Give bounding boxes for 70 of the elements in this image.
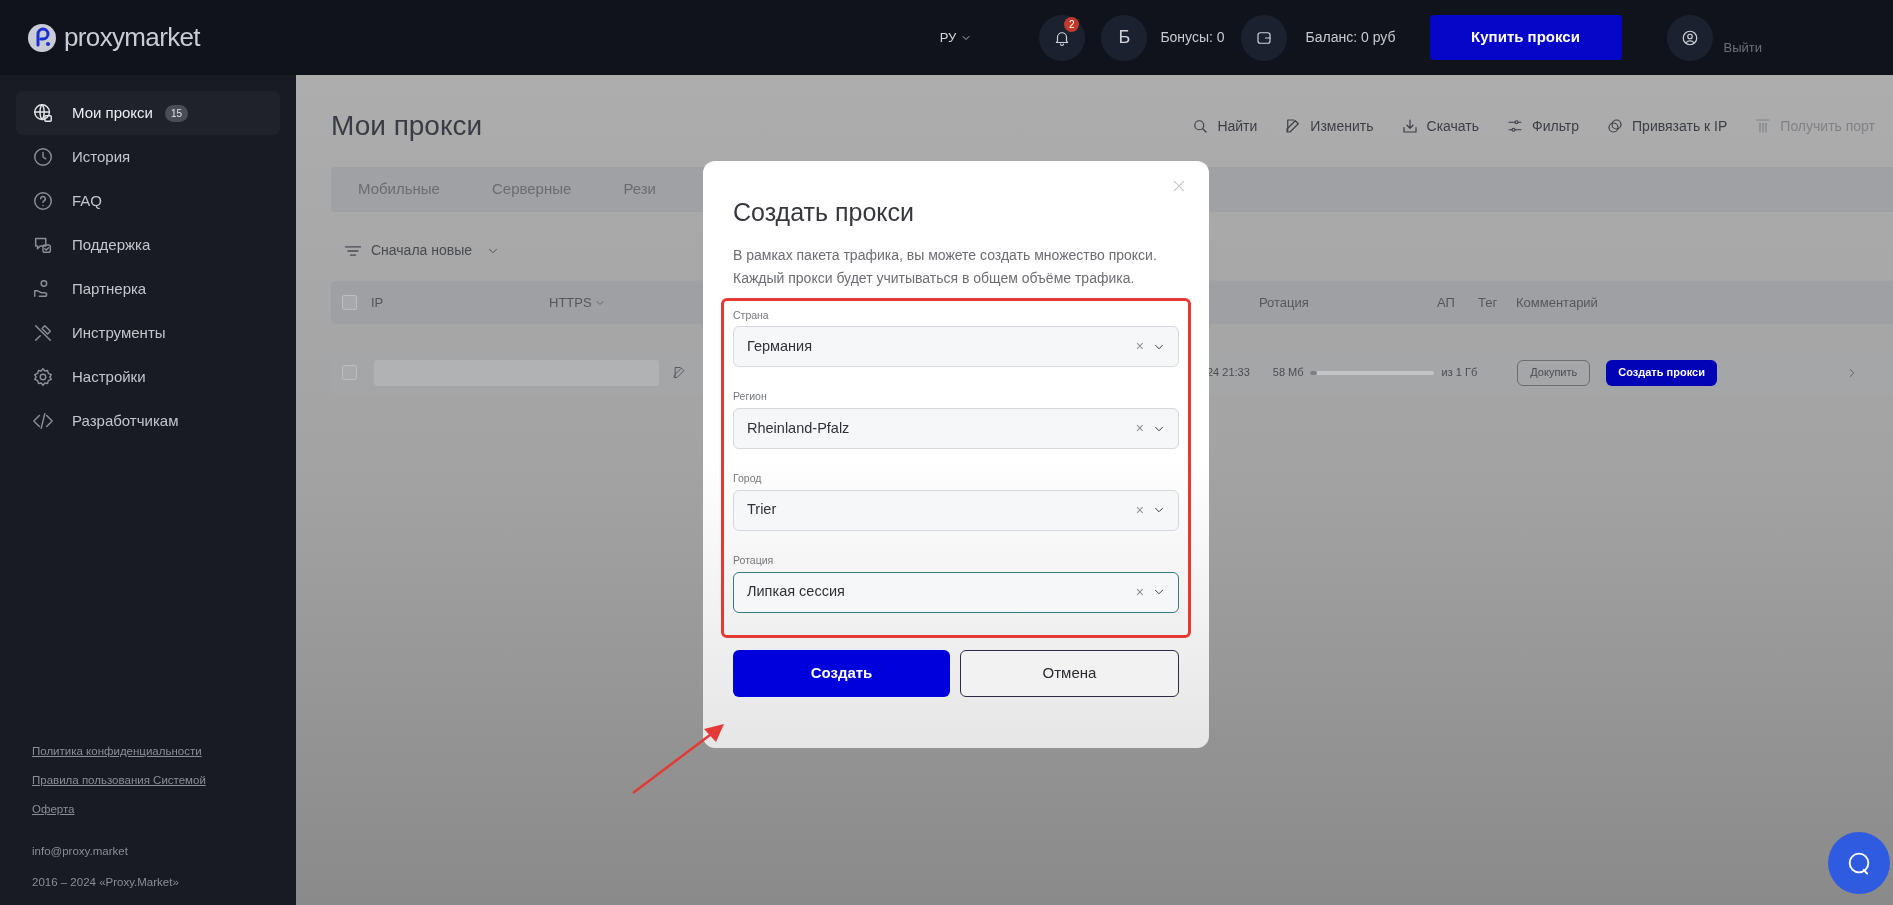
language-selector[interactable]: РУ — [939, 27, 973, 48]
clock-icon — [32, 146, 54, 168]
footer-link[interactable]: Правила пользования Системой — [32, 772, 206, 790]
select-field[interactable]: Rheinland-Pfalz × — [733, 408, 1179, 449]
link-icon — [1606, 117, 1625, 135]
download-icon — [1400, 117, 1419, 135]
header-checkbox[interactable] — [342, 295, 357, 310]
column-header[interactable]: HTTPS — [549, 292, 606, 313]
sliders-icon — [1506, 117, 1524, 135]
create-button[interactable]: Создать — [733, 649, 950, 697]
tools-icon — [32, 322, 54, 344]
email-text: info@proxy.market — [31, 843, 129, 859]
question-icon — [32, 190, 54, 212]
globe-icon — [32, 102, 54, 124]
clear-icon[interactable]: × — [1135, 418, 1144, 439]
create-proxy-button[interactable]: Создать прокси — [1606, 359, 1717, 386]
select-field[interactable]: Германия × — [733, 326, 1179, 368]
column-header: Ротация — [1259, 293, 1309, 312]
balance-text: Баланс: 0 руб — [1305, 28, 1396, 47]
traffic-used: 58 Мб — [1272, 365, 1304, 381]
footer-link[interactable]: Политика конфиденциальности — [32, 742, 202, 760]
logout-link[interactable]: Выйти — [1723, 37, 1762, 58]
cancel-button[interactable]: Отмена — [960, 649, 1179, 697]
clear-icon[interactable]: × — [1135, 499, 1144, 521]
notification-badge: 2 — [1064, 16, 1080, 32]
toolbar-button[interactable]: Изменить — [1284, 115, 1374, 137]
notifications-button[interactable]: 2 — [1039, 14, 1086, 61]
field-label: Ротация — [733, 552, 775, 568]
close-icon[interactable] — [1171, 178, 1187, 194]
column-header: АП — [1437, 293, 1455, 312]
footer-link[interactable]: Оферта — [32, 801, 75, 819]
user-icon — [1680, 28, 1699, 47]
clear-icon[interactable]: × — [1135, 581, 1144, 603]
settings-icon — [32, 366, 54, 388]
logo-text[interactable]: proxymarket — [64, 18, 200, 57]
sidebar-item[interactable]: Инструменты — [16, 311, 280, 355]
code-icon — [32, 410, 54, 432]
field-label: Город — [733, 471, 763, 486]
sidebar-item[interactable]: Настройки — [16, 355, 280, 399]
column-header: Комментарий — [1516, 293, 1598, 312]
top-up-button[interactable]: Докупить — [1517, 359, 1591, 386]
dialog-title: Создать прокси — [733, 197, 915, 228]
select-field[interactable]: Липкая сессия × — [733, 571, 1179, 613]
logo-icon — [28, 23, 56, 52]
bonus-text: Бонусы: 0 — [1160, 28, 1225, 47]
edit-icon[interactable] — [672, 365, 687, 380]
bonus-avatar: Б — [1101, 14, 1148, 61]
field-label: Страна — [733, 307, 770, 323]
toolbar-button[interactable]: Найти — [1191, 115, 1258, 137]
field-label: Регион — [733, 389, 768, 405]
page-title: Мои прокси — [331, 109, 483, 143]
column-header: Тег — [1478, 293, 1498, 312]
toolbar-button[interactable]: Фильтр — [1506, 115, 1580, 137]
sidebar-item[interactable]: Поддержка — [16, 223, 280, 267]
sidebar-item[interactable]: Мои прокси 15 — [16, 91, 280, 135]
clear-icon[interactable]: × — [1135, 336, 1144, 358]
sidebar-item[interactable]: FAQ — [16, 179, 280, 223]
toolbar-button[interactable]: Скачать — [1400, 115, 1479, 137]
count-badge: 15 — [165, 104, 189, 122]
buy-proxy-button[interactable]: Купить прокси — [1429, 15, 1622, 60]
sidebar-item[interactable]: Разработчикам — [16, 399, 280, 443]
column-header: IP — [371, 293, 384, 312]
sidebar-item[interactable]: Партнерка — [16, 267, 280, 311]
traffic-limit: из 1 Гб — [1441, 365, 1478, 381]
dialog-description: В рамках пакета трафика, вы можете создать множество прокси. Каждый прокси будет учитываться в общем объёме трафика. — [733, 245, 1158, 288]
toolbar-button[interactable]: Привязать к IP — [1606, 115, 1728, 137]
sort-dropdown[interactable]: Сначала новые — [343, 240, 501, 261]
sidebar-item[interactable]: История — [16, 135, 280, 179]
select-field[interactable]: Trier × — [733, 489, 1179, 531]
copyright-text: 2016 – 2024 «Proxy.Market» — [31, 874, 180, 890]
